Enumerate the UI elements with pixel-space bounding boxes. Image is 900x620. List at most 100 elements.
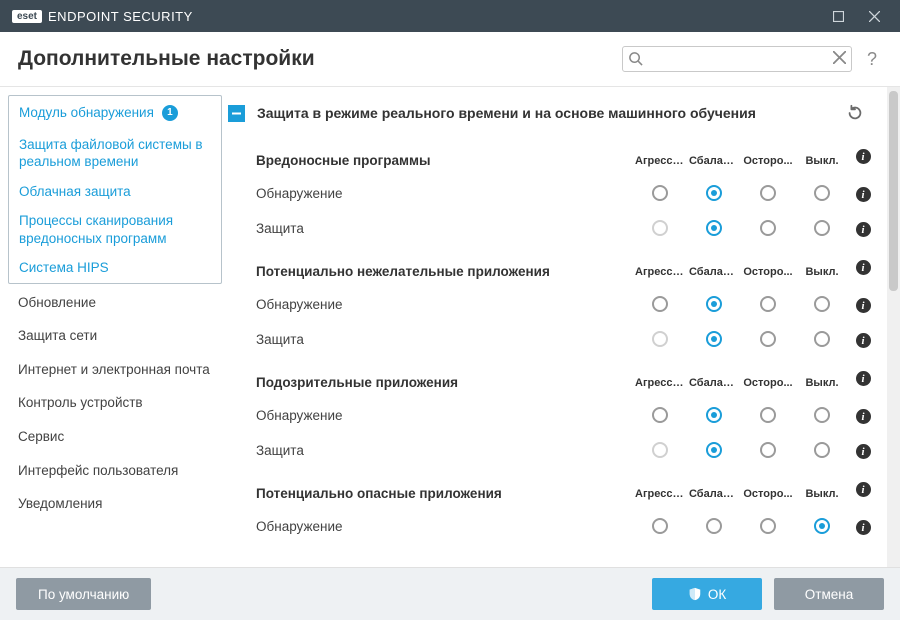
collapse-toggle[interactable] (228, 105, 245, 122)
sidebar-item-device-control[interactable]: Контроль устройств (8, 386, 222, 420)
column-header: Выкл. (795, 248, 849, 286)
radio-cell (741, 325, 795, 355)
brand-badge: eset (12, 10, 42, 23)
info-icon[interactable]: i (856, 409, 871, 424)
radio-cell (741, 401, 795, 431)
info-icon[interactable]: i (856, 371, 871, 386)
radio-option[interactable] (760, 331, 776, 347)
row-label: Обнаружение (222, 398, 633, 433)
sidebar-item-network[interactable]: Защита сети (8, 319, 222, 353)
info-cell: i (849, 325, 877, 355)
info-icon[interactable]: i (856, 520, 871, 535)
clear-search-icon[interactable] (833, 51, 846, 64)
info-icon[interactable]: i (856, 149, 871, 164)
radio-option[interactable] (814, 185, 830, 201)
radio-option[interactable] (706, 185, 722, 201)
info-icon[interactable]: i (856, 187, 871, 202)
info-cell: i (849, 252, 877, 282)
radio-option[interactable] (652, 407, 668, 423)
radio-option[interactable] (760, 518, 776, 534)
search-input[interactable] (622, 46, 852, 72)
info-icon[interactable]: i (856, 260, 871, 275)
radio-cell (687, 512, 741, 542)
radio-option[interactable] (706, 220, 722, 236)
info-icon[interactable]: i (856, 333, 871, 348)
group-title: Потенциально нежелательные приложения (222, 246, 633, 287)
radio-option[interactable] (652, 185, 668, 201)
radio-cell (687, 325, 741, 355)
radio-option[interactable] (760, 185, 776, 201)
info-cell: i (849, 474, 877, 504)
ok-button[interactable]: ОК (652, 578, 762, 610)
column-header: Агресси... (633, 359, 687, 397)
radio-option[interactable] (706, 296, 722, 312)
radio-option[interactable] (814, 518, 830, 534)
sidebar-item-detection-module[interactable]: Модуль обнаружения 1 (9, 96, 221, 130)
search-wrap (622, 46, 852, 72)
sidebar-badge: 1 (162, 105, 178, 121)
sidebar-item-ui[interactable]: Интерфейс пользователя (8, 454, 222, 488)
page-title: Дополнительные настройки (18, 47, 622, 71)
radio-cell (795, 436, 849, 466)
sidebar-group-detection-module: Модуль обнаружения 1 Защита файловой сис… (8, 95, 222, 284)
column-header: Осторо... (741, 470, 795, 508)
help-button[interactable]: ? (862, 49, 882, 70)
radio-cell (633, 325, 687, 355)
radio-option[interactable] (652, 296, 668, 312)
column-header: Сбаланс... (687, 248, 741, 286)
radio-cell (741, 179, 795, 209)
window-close-button[interactable] (856, 0, 892, 32)
radio-option[interactable] (814, 296, 830, 312)
info-cell: i (849, 512, 877, 542)
sidebar-sub-scan[interactable]: Процессы сканирования вредоносных програ… (9, 206, 221, 253)
info-cell: i (849, 141, 877, 171)
info-icon[interactable]: i (856, 222, 871, 237)
sidebar-item-web-email[interactable]: Интернет и электронная почта (8, 353, 222, 387)
radio-option[interactable] (706, 442, 722, 458)
radio-option[interactable] (814, 442, 830, 458)
footer: По умолчанию ОК Отмена (0, 567, 900, 620)
column-header: Агресси... (633, 137, 687, 175)
column-header: Сбаланс... (687, 359, 741, 397)
radio-option[interactable] (814, 331, 830, 347)
scrollbar[interactable] (887, 87, 900, 567)
sidebar-item-update[interactable]: Обновление (8, 286, 222, 320)
radio-cell (795, 214, 849, 244)
radio-option[interactable] (760, 407, 776, 423)
revert-icon[interactable] (843, 101, 867, 125)
sidebar-item-notifications[interactable]: Уведомления (8, 487, 222, 521)
default-button[interactable]: По умолчанию (16, 578, 151, 610)
info-cell: i (849, 290, 877, 320)
radio-option[interactable] (706, 407, 722, 423)
radio-option[interactable] (814, 220, 830, 236)
radio-option[interactable] (760, 296, 776, 312)
sidebar-sub-realtime[interactable]: Защита файловой системы в реальном време… (9, 130, 221, 177)
radio-option[interactable] (760, 442, 776, 458)
info-cell: i (849, 363, 877, 393)
radio-cell (633, 512, 687, 542)
group-title: Потенциально опасные приложения (222, 468, 633, 509)
column-header: Осторо... (741, 137, 795, 175)
group-title: Вредоносные программы (222, 135, 633, 176)
info-icon[interactable]: i (856, 482, 871, 497)
header: Дополнительные настройки ? (0, 32, 900, 87)
sidebar-item-tools[interactable]: Сервис (8, 420, 222, 454)
cancel-button[interactable]: Отмена (774, 578, 884, 610)
sidebar-sub-hips[interactable]: Система HIPS (9, 253, 221, 283)
info-icon[interactable]: i (856, 298, 871, 313)
radio-cell (795, 512, 849, 542)
sidebar-sub-cloud[interactable]: Облачная защита (9, 177, 221, 207)
row-label: Обнаружение (222, 287, 633, 322)
radio-option[interactable] (652, 518, 668, 534)
column-header: Агресси... (633, 470, 687, 508)
scrollbar-thumb[interactable] (889, 91, 898, 291)
radio-option[interactable] (706, 331, 722, 347)
brand-text: ENDPOINT SECURITY (48, 9, 193, 24)
radio-option[interactable] (814, 407, 830, 423)
radio-option[interactable] (706, 518, 722, 534)
group-title: Подозрительные приложения (222, 357, 633, 398)
info-icon[interactable]: i (856, 444, 871, 459)
radio-option[interactable] (760, 220, 776, 236)
window-maximize-button[interactable] (820, 0, 856, 32)
radio-cell (795, 179, 849, 209)
